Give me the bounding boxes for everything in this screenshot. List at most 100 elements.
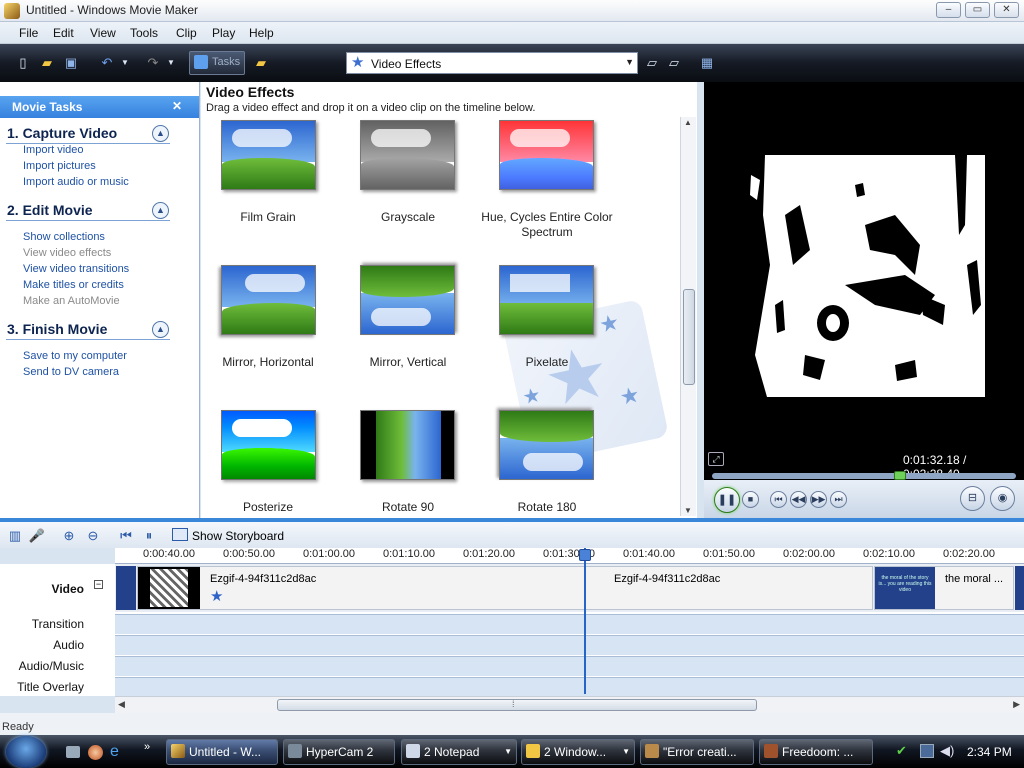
pause-button[interactable]: ❚❚ xyxy=(714,487,740,513)
effect-thumb-posterize[interactable] xyxy=(221,410,316,480)
chevron-down-icon[interactable]: ▼ xyxy=(625,57,634,67)
redo-dropdown-icon[interactable]: ▼ xyxy=(166,54,176,72)
new-project-icon[interactable]: ▯ xyxy=(14,54,32,72)
effect-thumb-grayscale[interactable] xyxy=(360,120,455,190)
video-clip[interactable] xyxy=(116,566,136,610)
undo-icon[interactable]: ↶ xyxy=(98,54,116,72)
audio-track-lane[interactable] xyxy=(115,635,1024,655)
link-import-video[interactable]: Import video xyxy=(23,144,84,156)
show-desktop-icon[interactable] xyxy=(66,746,80,758)
scroll-up-icon[interactable]: ▲ xyxy=(684,118,692,127)
link-save-to-computer[interactable]: Save to my computer xyxy=(23,350,127,362)
internet-explorer-icon[interactable]: e xyxy=(110,744,119,760)
link-show-collections[interactable]: Show collections xyxy=(23,231,105,243)
link-send-to-dv[interactable]: Send to DV camera xyxy=(23,366,119,378)
pause-timeline-icon[interactable]: ⏸ xyxy=(140,527,158,545)
start-button[interactable] xyxy=(6,736,46,768)
effect-thumb-hue-cycle[interactable] xyxy=(499,120,594,190)
timeline-ruler[interactable]: 0:00:40.00 0:00:50.00 0:01:00.00 0:01:10… xyxy=(115,548,1024,564)
link-import-audio[interactable]: Import audio or music xyxy=(23,176,129,188)
close-pane-icon[interactable]: ✕ xyxy=(172,99,182,113)
tasks-button[interactable]: Tasks xyxy=(189,51,245,75)
section-title-capture[interactable]: 1. Capture Video xyxy=(7,125,117,141)
collapse-capture-icon[interactable]: ▲ xyxy=(152,125,169,142)
link-view-video-transitions[interactable]: View video transitions xyxy=(23,263,129,275)
save-icon[interactable]: ▣ xyxy=(62,54,80,72)
taskbar-button-notepad[interactable]: 2 Notepad ▼ xyxy=(401,739,517,765)
seek-bar[interactable] xyxy=(712,473,1016,479)
title-overlay-track-lane[interactable] xyxy=(115,677,1024,697)
collapse-edit-icon[interactable]: ▲ xyxy=(152,202,169,219)
effect-thumb-rotate-180[interactable] xyxy=(499,410,594,480)
tray-network-icon[interactable] xyxy=(920,744,934,758)
playhead-handle[interactable] xyxy=(579,549,591,561)
link-make-titles[interactable]: Make titles or credits xyxy=(23,279,124,291)
effect-thumb-mirror-horizontal[interactable] xyxy=(221,265,316,335)
effect-thumb-film-grain[interactable] xyxy=(221,120,316,190)
fullscreen-icon[interactable]: ⤢ xyxy=(708,452,724,466)
video-clip[interactable] xyxy=(1015,566,1024,610)
up-folder-icon[interactable]: ▱ xyxy=(643,54,661,72)
effect-thumb-mirror-vertical[interactable] xyxy=(360,265,455,335)
link-import-pictures[interactable]: Import pictures xyxy=(23,160,96,172)
menu-play[interactable]: Play xyxy=(212,26,235,40)
tray-checkmark-icon[interactable]: ✔ xyxy=(896,743,907,759)
scroll-down-icon[interactable]: ▼ xyxy=(684,506,692,515)
undo-dropdown-icon[interactable]: ▼ xyxy=(120,54,130,72)
section-title-finish[interactable]: 3. Finish Movie xyxy=(7,321,107,337)
fast-forward-button[interactable]: ▶▶ xyxy=(810,491,827,508)
menu-clip[interactable]: Clip xyxy=(176,26,197,40)
expand-video-track-icon[interactable]: − xyxy=(94,580,103,589)
minimize-button[interactable]: – xyxy=(936,2,961,18)
previous-frame-button[interactable]: ⏮ xyxy=(770,491,787,508)
quicklaunch-chevron-icon[interactable]: » xyxy=(144,741,150,753)
effect-thumb-rotate-90[interactable] xyxy=(360,410,455,480)
close-button[interactable]: ✕ xyxy=(994,2,1019,18)
transition-track-lane[interactable] xyxy=(115,614,1024,634)
video-clip[interactable]: Ezgif-4-94f311c2d8ac ★ Ezgif-4-94f311c2d… xyxy=(137,566,873,610)
open-project-icon[interactable]: ▰ xyxy=(38,54,56,72)
next-frame-button[interactable]: ⏭ xyxy=(830,491,847,508)
collections-dropdown[interactable]: ★ Video Effects ▼ xyxy=(346,52,638,74)
scroll-right-icon[interactable]: ▶ xyxy=(1013,699,1020,710)
taskbar-button-hypercam[interactable]: HyperCam 2 xyxy=(283,739,395,765)
rewind-button[interactable]: ◀◀ xyxy=(790,491,807,508)
taskbar-button-freedoom[interactable]: Freedoom: ... xyxy=(759,739,873,765)
playhead[interactable] xyxy=(579,548,591,694)
redo-icon[interactable]: ↷ xyxy=(144,54,162,72)
media-player-icon[interactable] xyxy=(88,745,103,760)
new-folder-icon[interactable]: ▱ xyxy=(665,54,683,72)
split-clip-button[interactable]: ⊟ xyxy=(960,486,985,511)
menu-view[interactable]: View xyxy=(90,26,116,40)
zoom-in-icon[interactable]: ⊕ xyxy=(60,527,78,545)
scroll-left-icon[interactable]: ◀ xyxy=(118,699,125,710)
effects-scrollbar[interactable]: ▲ ▼ xyxy=(680,117,696,516)
timeline-scrollbar-thumb[interactable]: ⁞ xyxy=(277,699,757,711)
menu-edit[interactable]: Edit xyxy=(53,26,74,40)
zoom-out-icon[interactable]: ⊖ xyxy=(84,527,102,545)
menu-help[interactable]: Help xyxy=(249,26,274,40)
video-clip[interactable]: the moral of the story is... you are rea… xyxy=(874,566,1014,610)
section-title-edit[interactable]: 2. Edit Movie xyxy=(7,202,93,218)
effect-thumb-pixelate[interactable] xyxy=(499,265,594,335)
taskbar-button-movie-maker[interactable]: Untitled - W... xyxy=(166,739,278,765)
menu-file[interactable]: File xyxy=(19,26,38,40)
taskbar-button-windows-explorer[interactable]: 2 Window... ▼ xyxy=(521,739,635,765)
rewind-timeline-icon[interactable]: ⏮ xyxy=(117,527,135,545)
menu-tools[interactable]: Tools xyxy=(130,26,158,40)
view-options-icon[interactable]: ▦ xyxy=(698,54,716,72)
seek-thumb[interactable] xyxy=(894,471,906,480)
scrollbar-thumb[interactable] xyxy=(683,289,695,385)
collapse-finish-icon[interactable]: ▲ xyxy=(152,321,169,338)
maximize-button[interactable]: ▭ xyxy=(965,2,990,18)
audio-music-track-lane[interactable] xyxy=(115,656,1024,676)
clock[interactable]: 2:34 PM xyxy=(967,745,1012,759)
take-picture-button[interactable]: ◉ xyxy=(990,486,1015,511)
stop-button[interactable]: ■ xyxy=(742,491,759,508)
collections-icon[interactable]: ▰ xyxy=(252,54,270,72)
timeline-scrollbar[interactable]: ◀ ⁞ ▶ xyxy=(115,696,1024,713)
tray-volume-icon[interactable]: ◀) xyxy=(940,743,954,759)
storyboard-view-icon[interactable]: ▥ xyxy=(6,527,24,545)
taskbar-button-error[interactable]: "Error creati... xyxy=(640,739,754,765)
narrate-timeline-icon[interactable]: 🎤 xyxy=(28,527,46,545)
